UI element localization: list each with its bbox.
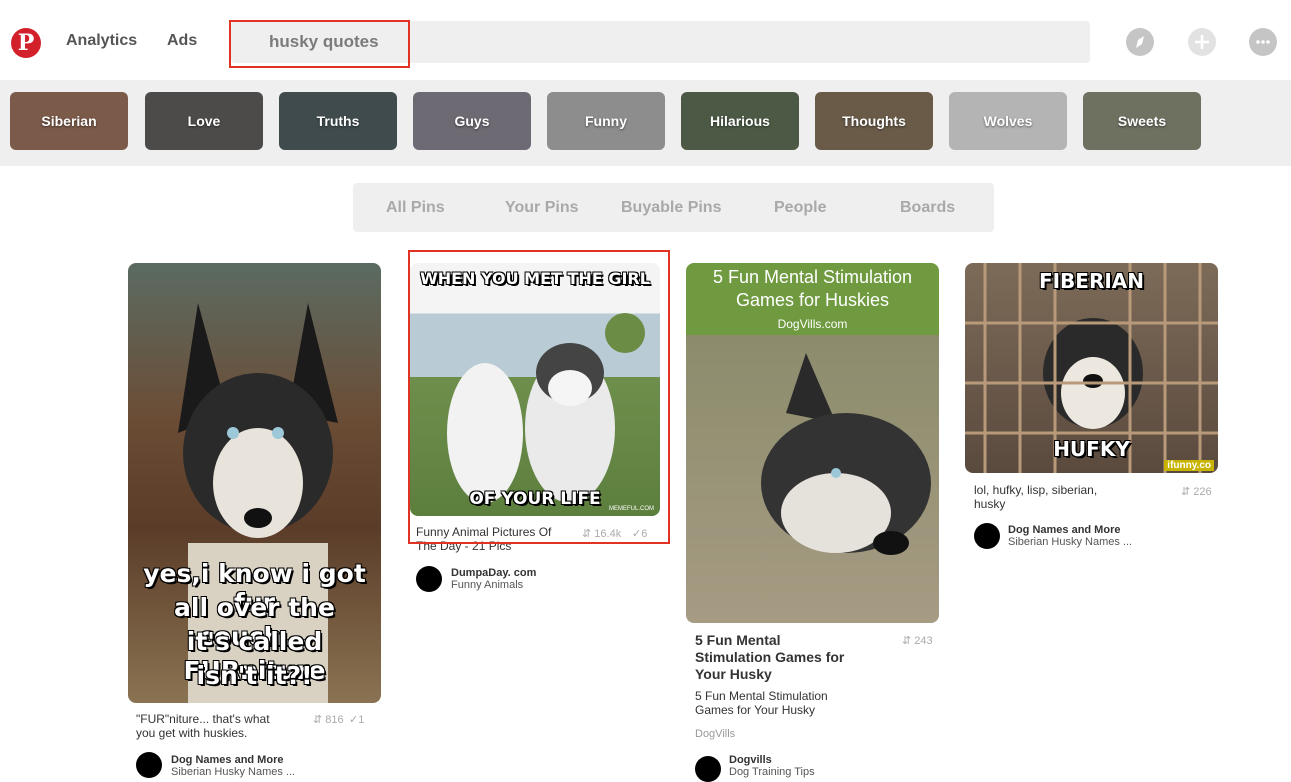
board-name[interactable]: Dog Training Tips [729,766,815,778]
guide-funny[interactable]: Funny [547,92,665,150]
pin-source[interactable]: DogVills [695,727,735,741]
like-count: ✓1 [349,714,365,726]
search-highlight-box [229,20,410,68]
compass-icon[interactable] [1126,28,1154,56]
pin-description: 5 Fun Mental Stimulation Games for Your … [695,689,828,717]
avatar[interactable] [416,566,442,592]
pinner-name[interactable]: DumpaDay. com [451,567,536,579]
guide-sweets[interactable]: Sweets [1083,92,1201,150]
tab-people[interactable]: People [774,199,826,217]
pin-description: "FUR"niture... that's what you get with … [136,712,270,740]
avatar[interactable] [136,752,162,778]
messages-icon[interactable] [1249,28,1277,56]
pin-image[interactable]: 5 Fun Mental Stimulation Games for Huski… [686,263,939,623]
meme-line-4: isn't it?! [196,661,313,690]
meme-bottom-text: HUFKY [1053,437,1130,461]
pinner-name[interactable]: Dog Names and More [1008,524,1120,536]
board-name[interactable]: Siberian Husky Names ... [1008,536,1132,548]
nav-ads[interactable]: Ads [167,32,197,50]
nav-analytics[interactable]: Analytics [66,32,137,50]
guided-search-strip: Siberian Love Truths Guys Funny Hilariou… [0,80,1291,166]
tab-buyable-pins[interactable]: Buyable Pins [621,199,721,217]
guide-guys[interactable]: Guys [413,92,531,150]
top-bar: P Analytics Ads husky quotes [0,0,1291,80]
guide-love[interactable]: Love [145,92,263,150]
guide-siberian[interactable]: Siberian [10,92,128,150]
avatar[interactable] [974,523,1000,549]
avatar[interactable] [695,756,721,782]
board-name[interactable]: Siberian Husky Names ... [171,766,295,778]
pin-filter-tabs: All Pins Your Pins Buyable Pins People B… [353,183,994,232]
watermark: ifunny.co [1164,460,1214,471]
pin-highlight-box [408,250,670,544]
pin-description: lol, hufky, lisp, siberian, husky [974,483,1098,511]
tab-all-pins[interactable]: All Pins [386,199,445,217]
repin-count: ⇵ 226 [1181,486,1212,498]
board-name[interactable]: Funny Animals [451,579,523,591]
meme-top-text: FIBERIAN [1038,269,1145,293]
plus-icon[interactable] [1188,28,1216,56]
guide-hilarious[interactable]: Hilarious [681,92,799,150]
pinner-name[interactable]: Dog Names and More [171,754,283,766]
tab-boards[interactable]: Boards [900,199,955,217]
repin-count: ⇵ 816 [313,714,344,726]
pin-title[interactable]: 5 Fun Mental Stimulation Games for Your … [695,632,845,683]
pin-image[interactable]: yes,i know i got fur all over the couch.… [128,263,381,703]
pinterest-logo-icon[interactable]: P [11,28,41,58]
image-site: DogVills.com [777,317,848,331]
guide-truths[interactable]: Truths [279,92,397,150]
guide-wolves[interactable]: Wolves [949,92,1067,150]
pin-image[interactable]: FIBERIAN HUFKY ifunny.co [965,263,1218,473]
guide-thoughts[interactable]: Thoughts [815,92,933,150]
pinner-name[interactable]: Dogvills [729,754,772,766]
image-title: 5 Fun Mental Stimulation Games for Huski… [712,267,913,310]
repin-count: ⇵ 243 [902,635,933,647]
tab-your-pins[interactable]: Your Pins [505,199,579,217]
